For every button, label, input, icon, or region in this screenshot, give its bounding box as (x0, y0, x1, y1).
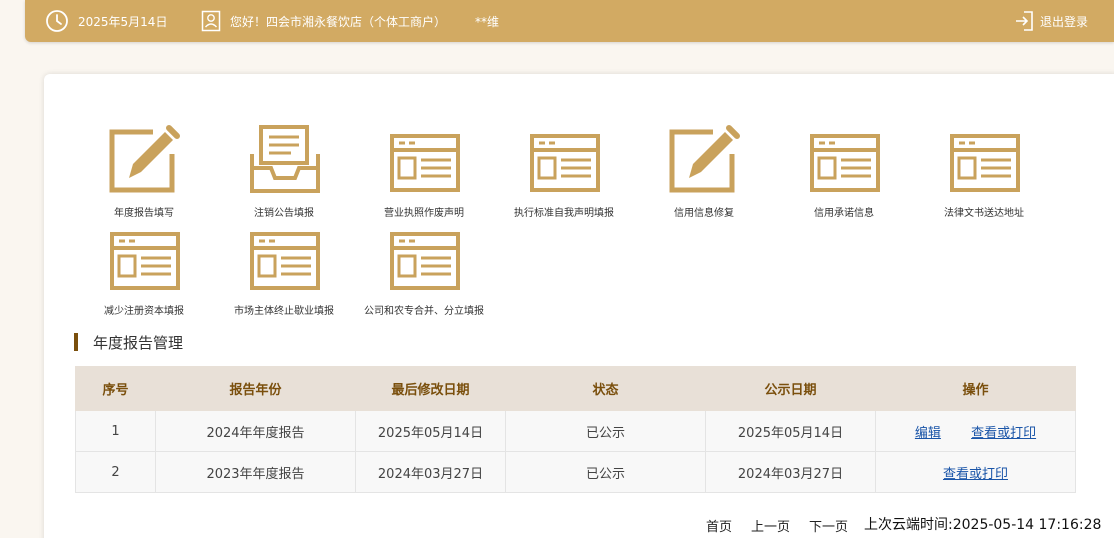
edit-pen-icon (669, 125, 740, 193)
form-card-icon (250, 232, 320, 290)
current-date: 2025年5月14日 (78, 14, 168, 29)
col-header-actions: 操作 (875, 366, 1076, 411)
date-display: 2025年5月14日 (45, 0, 167, 42)
view-print-link[interactable]: 查看或打印 (971, 426, 1036, 441)
table-row: 2 2023年年度报告 2024年03月27日 已公示 2024年03月27日 … (75, 451, 1076, 493)
col-header-year: 报告年份 (155, 366, 356, 411)
cell-year: 2024年年度报告 (155, 410, 356, 452)
top-bar: 2025年5月14日 您好！四会市湘永餐饮店（个体工商户） **维 退出登录 (25, 0, 1114, 42)
col-header-modified: 最后修改日期 (355, 366, 506, 411)
clock-icon (46, 10, 68, 32)
tile-label: 年度报告填写 (114, 208, 174, 219)
greeting-text: 您好！四会市湘永餐饮店（个体工商户） (230, 14, 447, 29)
view-print-link[interactable]: 查看或打印 (943, 467, 1008, 482)
tile-business-suspension[interactable]: 市场主体终止歇业填报 (214, 222, 354, 322)
tile-label: 市场主体终止歇业填报 (234, 306, 334, 317)
annual-report-table: 序号 报告年份 最后修改日期 状态 公示日期 操作 1 2024年年度报告 20… (75, 366, 1076, 493)
user-greeting: 您好！四会市湘永餐饮店（个体工商户） (201, 0, 446, 42)
form-card-icon (390, 134, 460, 192)
table-header-row: 序号 报告年份 最后修改日期 状态 公示日期 操作 (75, 366, 1076, 411)
cell-actions: 编辑 查看或打印 (875, 410, 1076, 452)
pager-next[interactable]: 下一页 (809, 516, 848, 535)
tile-credit-repair[interactable]: 信用信息修复 (634, 124, 774, 224)
tile-merger-split[interactable]: 公司和农专合并、分立填报 (354, 222, 494, 322)
logout-label: 退出登录 (1039, 14, 1088, 29)
cell-no: 1 (75, 410, 156, 452)
pagination: 首页 上一页 下一页 (706, 516, 867, 535)
cell-modified: 2024年03月27日 (355, 451, 506, 493)
pager-prev[interactable]: 上一页 (751, 516, 790, 535)
cell-status: 已公示 (505, 451, 706, 493)
tile-label: 营业执照作废声明 (384, 208, 464, 219)
tile-credit-commitment[interactable]: 信用承诺信息 (774, 124, 914, 224)
section-accent-bar (74, 333, 78, 351)
form-card-icon (390, 232, 460, 290)
tile-legal-address[interactable]: 法律文书送达地址 (914, 124, 1054, 224)
cell-status: 已公示 (505, 410, 706, 452)
logout-icon (1015, 11, 1033, 31)
cell-published: 2024年03月27日 (705, 451, 876, 493)
cell-year: 2023年年度报告 (155, 451, 356, 493)
form-card-icon (530, 134, 600, 192)
tile-label: 公司和农专合并、分立填报 (364, 306, 484, 317)
logout-button[interactable]: 退出登录 (1014, 0, 1088, 42)
edit-pen-icon (109, 125, 180, 193)
last-login-time: 上次云端时间:2025-05-14 17:16:28 (864, 517, 1102, 533)
main-card: 年度报告填写 注销公告填报 营业执照作废声明 执行标准自我声明填报 信用信息修复… (44, 74, 1114, 538)
cell-actions: 查看或打印 (875, 451, 1076, 493)
inbox-tray-icon (250, 125, 320, 193)
tile-label: 注销公告填报 (254, 208, 314, 219)
tile-license-void[interactable]: 营业执照作废声明 (354, 124, 494, 224)
tile-annual-report-fill[interactable]: 年度报告填写 (74, 124, 214, 224)
tile-label: 执行标准自我声明填报 (514, 208, 614, 219)
section-title-text: 年度报告管理 (93, 333, 184, 352)
masked-user-name: **维 (475, 14, 500, 29)
tile-label: 信用信息修复 (674, 208, 734, 219)
table-row: 1 2024年年度报告 2025年05月14日 已公示 2025年05月14日 … (75, 410, 1076, 452)
tile-label: 信用承诺信息 (814, 208, 874, 219)
tile-cancellation-notice[interactable]: 注销公告填报 (214, 124, 354, 224)
tile-capital-reduction[interactable]: 减少注册资本填报 (74, 222, 214, 322)
form-card-icon (950, 134, 1020, 192)
pager-first[interactable]: 首页 (706, 516, 732, 535)
tile-label: 法律文书送达地址 (944, 208, 1024, 219)
col-header-status: 状态 (505, 366, 706, 411)
cell-modified: 2025年05月14日 (355, 410, 506, 452)
user-name-seg: **维 (475, 0, 499, 42)
col-header-no: 序号 (75, 366, 156, 411)
section-title: 年度报告管理 (74, 332, 183, 352)
edit-link[interactable]: 编辑 (915, 426, 941, 441)
tile-label: 减少注册资本填报 (104, 306, 184, 317)
cell-no: 2 (75, 451, 156, 493)
col-header-published: 公示日期 (705, 366, 876, 411)
tile-standard-declaration[interactable]: 执行标准自我声明填报 (494, 124, 634, 224)
user-badge-icon (201, 10, 221, 32)
cell-published: 2025年05月14日 (705, 410, 876, 452)
form-card-icon (110, 232, 180, 290)
form-card-icon (810, 134, 880, 192)
